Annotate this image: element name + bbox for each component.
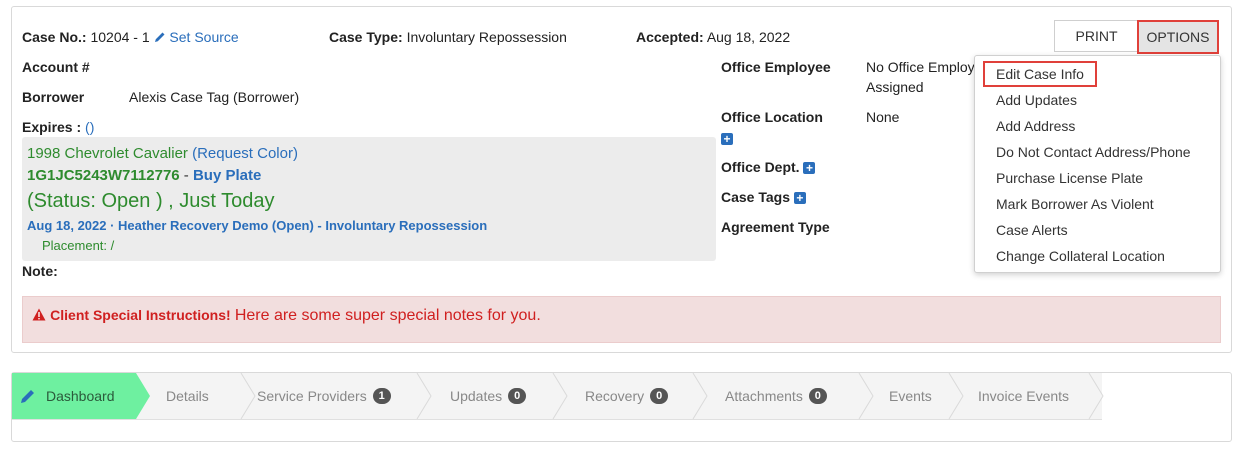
office-dept: Office Dept. + [721,159,816,175]
vehicle-title-line: 1998 Chevrolet Cavalier (Request Color) [27,145,298,162]
tab-separator [416,373,432,419]
set-source-link[interactable]: Set Source [154,29,239,45]
special-instructions-text: Here are some super special notes for yo… [234,307,541,324]
menu-item-do-not-contact[interactable]: Do Not Contact Address/Phone [996,144,1191,160]
plus-icon: + [721,133,733,146]
case-type-value: Involuntary Repossession [406,29,567,45]
case-no-label: Case No.: [22,29,87,45]
borrower-label: Borrower [22,89,85,105]
vehicle-title: 1998 Chevrolet Cavalier [27,145,188,162]
menu-item-add-updates[interactable]: Add Updates [996,92,1077,108]
case-type: Case Type: Involuntary Repossession [329,29,567,45]
count-badge: 1 [372,388,391,404]
borrower-value: Alexis Case Tag (Borrower) [129,89,300,105]
office-employee-label: Office Employee [721,59,831,75]
tab-separator [552,373,568,419]
case-tabs-panel: Dashboard Details Service Providers 1 Up… [11,372,1232,442]
tab-invoice-events[interactable]: Invoice Events [978,373,1069,419]
tab-recovery-label: Recovery [585,388,645,404]
tab-updates-label: Updates [450,388,503,404]
tab-bar: Dashboard Details Service Providers 1 Up… [12,373,1104,420]
office-location-add[interactable]: + [721,130,733,146]
office-location-label: Office Location [721,109,823,125]
tab-events-label: Events [889,388,932,404]
account-label: Account # [22,59,90,75]
accepted-label: Accepted: [636,29,704,45]
tab-recovery[interactable]: Recovery 0 [585,373,669,419]
expires: Expires : () [22,119,94,135]
pencil-icon [154,32,165,42]
case-tags-label: Case Tags [721,189,790,205]
tab-invoice-events-label: Invoice Events [978,388,1070,404]
office-location-value: None [866,109,900,125]
tab-attachments-label: Attachments [725,388,803,404]
options-dropdown-menu: Edit Case Info Add Updates Add Address D… [974,55,1221,273]
tab-dashboard[interactable]: Dashboard [20,373,115,419]
tab-updates[interactable]: Updates 0 [450,373,527,419]
menu-item-edit-case-info[interactable]: Edit Case Info [996,66,1084,82]
office-employee-value: No Office Employ [866,59,975,75]
count-badge: 0 [508,388,527,404]
menu-item-add-address[interactable]: Add Address [996,118,1075,134]
count-badge: 0 [650,388,669,404]
note-label: Note: [22,263,58,279]
request-color-link[interactable]: (Request Color) [192,145,298,162]
tab-attachments[interactable]: Attachments 0 [725,373,827,419]
case-number: Case No.: 10204 - 1 Set Source [22,29,239,45]
placement: Placement: / [42,238,115,253]
tab-events[interactable]: Events [889,373,932,419]
tab-service-providers[interactable]: Service Providers 1 [257,373,391,419]
buy-plate-link[interactable]: Buy Plate [193,167,261,184]
case-no-value: 10204 - 1 [90,29,150,45]
vin: 1G1JC5243W7112776 [27,167,180,184]
special-instructions-line: Client Special Instructions! Here are so… [32,307,541,325]
vehicle-status: (Status: Open ) , Just Today [27,190,275,212]
menu-item-purchase-license-plate[interactable]: Purchase License Plate [996,170,1143,186]
tab-separator [1088,373,1104,419]
accepted-value: Aug 18, 2022 [706,29,791,45]
pencil-icon [21,390,34,403]
tab-separator [948,373,964,419]
accepted: Accepted: Aug 18, 2022 [636,29,790,45]
agreement-type-label: Agreement Type [721,219,830,235]
tab-service-providers-label: Service Providers [257,388,367,404]
plus-icon[interactable]: + [793,192,806,205]
office-employee-value-2: Assigned [866,79,924,95]
tab-details-label: Details [166,388,209,404]
tab-separator [240,373,256,419]
case-tags: Case Tags + [721,189,806,205]
menu-item-mark-borrower-violent[interactable]: Mark Borrower As Violent [996,196,1154,212]
tab-dashboard-arrow [136,373,150,419]
expires-label: Expires : [22,119,82,135]
print-button[interactable]: PRINT [1054,20,1139,52]
tab-separator [692,373,708,419]
vin-separator: - [179,167,193,184]
special-instructions-label: Client Special Instructions! [50,307,231,323]
set-source-label: Set Source [169,29,239,45]
case-type-label: Case Type: [329,29,403,45]
office-dept-label: Office Dept. [721,159,800,175]
tab-details[interactable]: Details [166,373,209,419]
options-button[interactable]: OPTIONS [1137,20,1219,54]
warning-icon [32,308,46,321]
order-line-link[interactable]: Aug 18, 2022 · Heather Recovery Demo (Op… [27,218,487,233]
plus-icon[interactable]: + [803,162,816,175]
tab-dashboard-label: Dashboard [46,388,115,404]
menu-item-case-alerts[interactable]: Case Alerts [996,222,1068,238]
count-badge: 0 [808,388,827,404]
tab-separator [858,373,874,419]
vin-line: 1G1JC5243W7112776 - Buy Plate [27,167,261,184]
menu-item-change-collateral-location[interactable]: Change Collateral Location [996,248,1165,264]
expires-value[interactable]: () [85,119,94,135]
